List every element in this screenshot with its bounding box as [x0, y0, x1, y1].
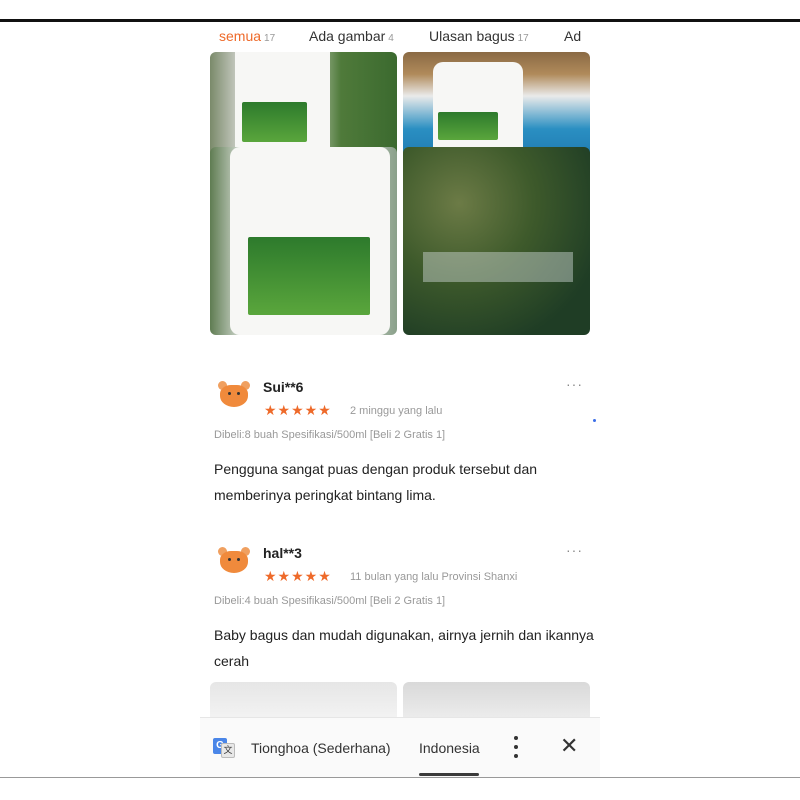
active-language-underline	[419, 773, 479, 776]
product-label	[438, 112, 498, 140]
water-reflection	[423, 252, 573, 282]
tab-count: 17	[517, 33, 529, 44]
review-text: Pengguna sangat puas dengan produk terse…	[214, 461, 538, 503]
review-username: hal**3	[263, 545, 302, 561]
tab-count: 17	[264, 33, 276, 44]
review-photo[interactable]	[210, 147, 397, 335]
tab-semua[interactable]: semua 17	[219, 28, 275, 44]
review-photo[interactable]	[403, 52, 590, 162]
review-photo[interactable]	[210, 52, 397, 162]
avatar	[217, 545, 251, 577]
review-photo[interactable]	[403, 682, 590, 722]
product-label	[242, 102, 307, 142]
purchase-info: Dibeli:8 buah Spesifikasi/500ml [Beli 2 …	[214, 429, 446, 441]
indicator-dot	[593, 419, 596, 422]
more-options-icon[interactable]: ···	[566, 542, 583, 558]
tab-label: Ada gambar	[309, 28, 386, 44]
review-photo[interactable]	[210, 682, 397, 722]
tab-ad[interactable]: Ad	[564, 28, 581, 44]
source-language-tab[interactable]: Tionghoa (Sederhana)	[251, 740, 391, 756]
purchase-info: Dibeli:4 buah Spesifikasi/500ml [Beli 2 …	[214, 595, 446, 607]
tab-label: Ad	[564, 28, 582, 44]
product-label	[248, 237, 370, 315]
review-photo[interactable]	[403, 147, 590, 335]
google-translate-icon: G 文	[213, 738, 235, 758]
review-filter-tabs: semua 17 Ada gambar 4 Ulasan bagus 17 Ad	[200, 22, 600, 50]
more-vert-icon[interactable]	[513, 736, 519, 758]
phone-screen: semua 17 Ada gambar 4 Ulasan bagus 17 Ad S	[200, 22, 600, 777]
review-time: 2 minggu yang lalu	[350, 405, 443, 417]
review-username: Sui**6	[263, 379, 304, 395]
bottom-border	[0, 777, 800, 778]
translate-icon-glyph: 文	[221, 743, 235, 758]
tab-count: 4	[388, 33, 394, 44]
tab-ulasan-bagus[interactable]: Ulasan bagus 17	[429, 28, 529, 44]
tab-label: semua	[219, 28, 262, 44]
translate-bar: G 文 Tionghoa (Sederhana) Indonesia ✕	[200, 717, 600, 777]
avatar	[217, 379, 251, 411]
close-icon[interactable]: ✕	[560, 733, 578, 759]
star-rating: ★★★★★	[264, 568, 332, 584]
target-language-tab[interactable]: Indonesia	[419, 740, 480, 756]
tab-label: Ulasan bagus	[429, 28, 515, 44]
review-time: 11 bulan yang lalu Provinsi Shanxi	[350, 571, 518, 583]
tab-ada-gambar[interactable]: Ada gambar 4	[309, 28, 394, 44]
review-text: Baby bagus dan mudah digunakan, airnya j…	[214, 627, 594, 669]
star-rating: ★★★★★	[264, 402, 332, 418]
more-options-icon[interactable]: ···	[566, 376, 583, 392]
